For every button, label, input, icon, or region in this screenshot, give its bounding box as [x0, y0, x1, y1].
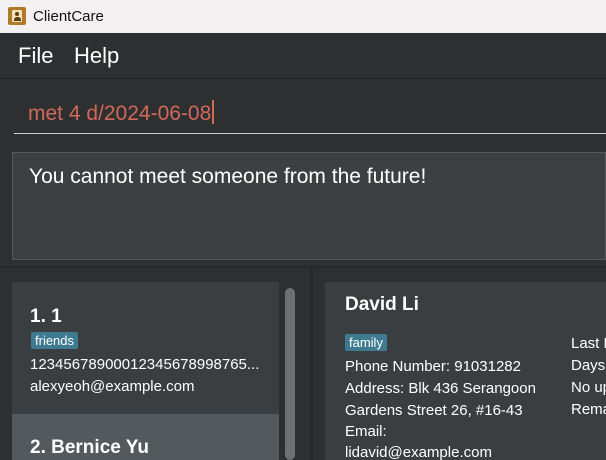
person-detail-card: David Li family Phone Number: 91031282 A… — [325, 282, 606, 460]
detail-email-label: Email: — [345, 423, 387, 440]
detail-address: Address: Blk 436 Serangoon — [345, 380, 536, 397]
detail-days-since: Days s — [571, 357, 606, 374]
text-caret — [212, 100, 214, 124]
command-text: met 4 d/2024-06-08 — [28, 102, 212, 125]
detail-phone: Phone Number: 91031282 — [345, 358, 521, 375]
detail-upcoming: No up — [571, 379, 606, 396]
person-phone: 12345678900012345678998765... — [30, 356, 260, 373]
menu-bar: File Help — [0, 33, 606, 79]
detail-last-met: Last M — [571, 335, 606, 352]
result-display[interactable]: You cannot meet someone from the future! — [12, 152, 606, 260]
person-card[interactable]: 1. 1 friends 12345678900012345678998765.… — [12, 282, 279, 414]
scrollbar-thumb[interactable] — [285, 288, 295, 460]
result-message: You cannot meet someone from the future! — [29, 165, 427, 188]
window-title: ClientCare — [33, 8, 104, 25]
tag-badge: friends — [31, 332, 79, 349]
detail-email: lidavid@example.com — [345, 444, 492, 460]
app-contact-icon — [8, 7, 26, 25]
person-card-title: 2. Bernice Yu — [30, 437, 149, 458]
detail-remark: Remar — [571, 401, 606, 418]
command-input[interactable]: met 4 d/2024-06-08 — [14, 93, 606, 134]
menu-help[interactable]: Help — [74, 43, 119, 69]
person-card-title: 1. 1 — [30, 306, 62, 327]
person-card[interactable]: 2. Bernice Yu — [12, 414, 279, 460]
title-bar: ClientCare — [0, 0, 606, 33]
menu-file[interactable]: File — [18, 43, 53, 69]
tag-badge: family — [345, 334, 387, 351]
person-email: alexyeoh@example.com — [30, 378, 195, 395]
detail-address-cont: Gardens Street 26, #16-43 — [345, 402, 523, 419]
detail-name: David Li — [345, 294, 419, 315]
